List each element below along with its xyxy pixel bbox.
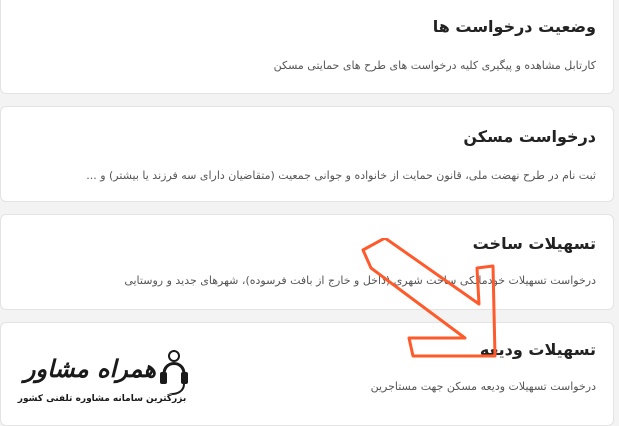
pointer-arrow-icon — [361, 238, 497, 358]
card-construction-loan[interactable]: تسهیلات ساخت درخواست تسهیلات خودمالکی سا… — [0, 214, 614, 310]
watermark-logo: همراه مشاور بزرگترین سامانه مشاوره تلفنی… — [12, 348, 192, 414]
card-title: وضعیت درخواست ها — [432, 17, 596, 36]
watermark-name: همراه مشاور — [23, 354, 157, 383]
card-description: کارتابل مشاهده و پیگیری کلیه درخواست های… — [273, 59, 596, 72]
phone-headset-icon — [160, 350, 188, 395]
card-description: درخواست تسهیلات ودیعه مسکن جهت مستاجرین — [370, 380, 596, 393]
card-housing-request[interactable]: درخواست مسکن ثبت نام در طرح نهضت ملی، قا… — [0, 106, 614, 202]
card-title: درخواست مسکن — [463, 127, 596, 146]
card-description: ثبت نام در طرح نهضت ملی، قانون حمایت از … — [86, 169, 596, 182]
watermark-tagline: بزرگترین سامانه مشاوره تلفنی کشور — [17, 394, 187, 404]
card-request-status[interactable]: وضعیت درخواست ها کارتابل مشاهده و پیگیری… — [0, 0, 614, 94]
